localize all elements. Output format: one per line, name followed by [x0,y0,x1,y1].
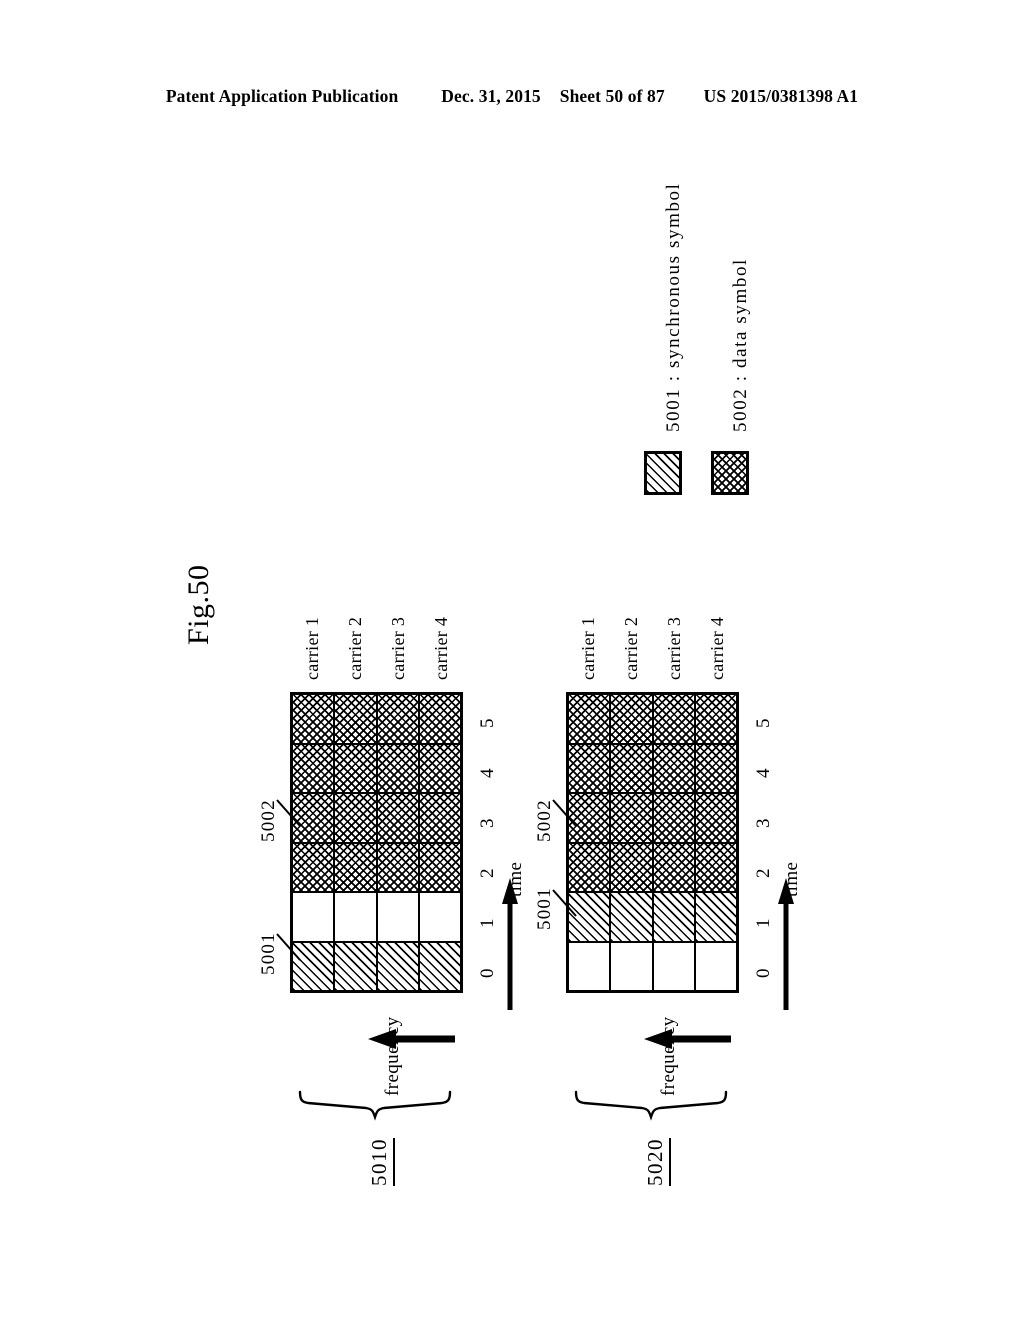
carrier-label-3: carrier 3 [388,616,408,680]
legend-label-data: 5002 : data symbol [730,258,751,432]
symbol-cell [611,942,652,990]
symbol-cell [569,843,610,891]
time-tick-5-b: 5 [753,718,774,729]
symbol-cell [335,893,376,941]
symbol-cell [419,744,460,792]
frequency-axis-label-5020: frequency [658,1016,679,1096]
time-tick-0-b: 0 [753,968,774,979]
symbol-cell [293,843,334,891]
symbol-cell [335,942,376,990]
ref-5002-block-5020: 5002 [534,799,555,842]
symbol-cell [611,695,652,743]
time-tick-2: 2 [477,868,498,879]
time-tick-4: 4 [477,768,498,779]
carrier-label-2-b: carrier 2 [621,616,641,680]
symbol-cell [695,695,736,743]
symbol-cell [377,794,418,842]
symbol-cell [419,942,460,990]
symbol-cell [293,893,334,941]
time-arrow-5010 [502,878,518,1010]
symbol-cell [695,744,736,792]
time-tick-2-b: 2 [753,868,774,879]
frequency-axis-label-5010: frequency [382,1016,403,1096]
time-tick-3-b: 3 [753,818,774,829]
symbol-cell [419,695,460,743]
legend-swatch-data [711,451,749,495]
symbol-cell [653,695,694,743]
time-tick-1: 1 [477,918,498,929]
symbol-cell [335,794,376,842]
symbol-cell [377,843,418,891]
figure-annotations [276,799,794,1121]
symbol-cell [293,942,334,990]
frequency-brace-5010 [298,1090,452,1121]
symbol-cell [569,942,610,990]
ref-5001-block-5010: 5001 [258,932,279,975]
symbol-cell [377,942,418,990]
block-id-5020: 5020 [643,1138,671,1186]
symbol-cell [419,794,460,842]
carrier-label-1-b: carrier 1 [578,616,598,680]
symbol-cell [293,794,334,842]
symbol-cell [569,695,610,743]
symbol-cell [653,942,694,990]
time-tick-3: 3 [477,818,498,829]
figure-label: Fig.50 [182,564,215,645]
symbol-cell [377,695,418,743]
ref-5001-block-5020: 5001 [534,887,555,930]
ref-5002-block-5010: 5002 [258,799,279,842]
symbol-cell [695,794,736,842]
symbol-cell [377,744,418,792]
time-tick-5: 5 [477,718,498,729]
legend-label-synchronous: 5001 : synchronous symbol [663,182,684,432]
symbol-cell [293,744,334,792]
carrier-label-4-b: carrier 4 [707,616,727,680]
symbol-cell [695,843,736,891]
symbol-cell [653,744,694,792]
time-axis-label-5010: time [505,861,526,897]
symbol-cell [569,744,610,792]
symbol-cell [695,893,736,941]
symbol-grid-5010 [290,692,463,993]
time-tick-1-b: 1 [753,918,774,929]
symbol-cell [653,843,694,891]
time-tick-4-b: 4 [753,768,774,779]
carrier-label-4: carrier 4 [431,616,451,680]
block-id-5010: 5010 [367,1138,395,1186]
symbol-cell [569,794,610,842]
symbol-cell [611,893,652,941]
symbol-cell [335,695,376,743]
figure-50: Fig.50 5001 : synchronous symbol 5002 : … [0,0,1024,1320]
symbol-cell [377,893,418,941]
carrier-label-3-b: carrier 3 [664,616,684,680]
symbol-cell [335,843,376,891]
symbol-cell [653,893,694,941]
symbol-cell [611,843,652,891]
symbol-cell [419,893,460,941]
symbol-cell [569,893,610,941]
carrier-label-2: carrier 2 [345,616,365,680]
time-arrow-5020 [778,878,794,1010]
symbol-cell [611,744,652,792]
symbol-cell [695,942,736,990]
symbol-cell [611,794,652,842]
time-axis-label-5020: time [781,861,802,897]
symbol-cell [335,744,376,792]
symbol-cell [653,794,694,842]
symbol-grid-5020 [566,692,739,993]
carrier-label-1: carrier 1 [302,616,322,680]
symbol-cell [419,843,460,891]
symbol-cell [293,695,334,743]
frequency-brace-5020 [574,1090,728,1121]
time-tick-0: 0 [477,968,498,979]
legend-swatch-synchronous [644,451,682,495]
